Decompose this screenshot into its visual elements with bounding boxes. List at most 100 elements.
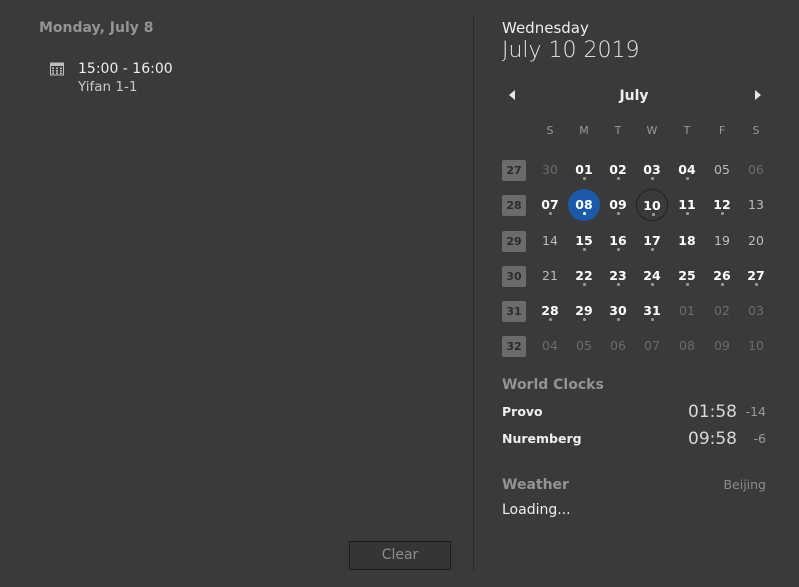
event-time: 15:00 - 16:00 <box>78 61 173 77</box>
calendar-day[interactable]: 03 <box>740 295 772 327</box>
calendar-day[interactable]: 25 <box>671 260 703 292</box>
calendar-day[interactable]: 06 <box>602 330 634 362</box>
event-indicator-dot <box>686 283 689 286</box>
calendar-icon <box>50 62 64 76</box>
event-indicator-dot <box>651 283 654 286</box>
calendar-day[interactable]: 14 <box>534 225 566 257</box>
previous-month-icon[interactable] <box>506 88 518 102</box>
calendar-day[interactable]: 31 <box>636 295 668 327</box>
event-item[interactable]: 15:00 - 16:00 Yifan 1-1 <box>50 60 173 96</box>
event-indicator-dot <box>583 283 586 286</box>
clock-offset: -6 <box>753 431 766 446</box>
calendar-day[interactable]: 03 <box>636 154 668 186</box>
calendar-day[interactable]: 02 <box>602 154 634 186</box>
current-date: July 10 2019 <box>502 38 640 63</box>
calendar-day[interactable]: 05 <box>706 154 738 186</box>
calendar-day[interactable]: 08 <box>671 330 703 362</box>
calendar-day[interactable]: 29 <box>568 295 600 327</box>
month-label: July <box>619 88 649 104</box>
calendar-day[interactable]: 22 <box>568 260 600 292</box>
calendar-day[interactable]: 09 <box>602 189 634 221</box>
calendar-day[interactable]: 06 <box>740 154 772 186</box>
weekday-header: S <box>546 124 554 137</box>
calendar-day[interactable]: 12 <box>706 189 738 221</box>
event-indicator-dot <box>651 248 654 251</box>
event-indicator-dot <box>617 283 620 286</box>
calendar-day[interactable]: 09 <box>706 330 738 362</box>
calendar-day[interactable]: 26 <box>706 260 738 292</box>
calendar-day[interactable]: 28 <box>534 295 566 327</box>
calendar-day[interactable]: 19 <box>706 225 738 257</box>
event-indicator-dot <box>617 212 620 215</box>
weekday-header: W <box>646 124 658 137</box>
weather-title[interactable]: Weather <box>502 477 569 493</box>
event-indicator-dot <box>617 177 620 180</box>
event-summary: Yifan 1-1 <box>78 79 138 95</box>
clock-time: 09:58 <box>688 429 737 449</box>
calendar-day[interactable]: 04 <box>671 154 703 186</box>
calendar-day[interactable]: 17 <box>636 225 668 257</box>
weather-location: Beijing <box>723 477 766 492</box>
weekday-header: F <box>718 124 726 137</box>
weekday-header: T <box>683 124 691 137</box>
event-indicator-dot <box>721 212 724 215</box>
world-clocks-title[interactable]: World Clocks <box>502 377 604 393</box>
calendar-day[interactable]: 01 <box>671 295 703 327</box>
calendar-day[interactable]: 18 <box>671 225 703 257</box>
current-weekday: Wednesday <box>502 19 589 37</box>
calendar-day[interactable]: 07 <box>534 189 566 221</box>
week-number: 27 <box>502 160 526 181</box>
calendar-day[interactable]: 27 <box>740 260 772 292</box>
clock-offset: -14 <box>745 404 766 419</box>
calendar-day[interactable]: 02 <box>706 295 738 327</box>
clear-button[interactable]: Clear <box>349 541 451 570</box>
calendar-day[interactable]: 20 <box>740 225 772 257</box>
calendar-day[interactable]: 05 <box>568 330 600 362</box>
event-indicator-dot <box>686 177 689 180</box>
weekday-header: T <box>614 124 622 137</box>
event-indicator-dot <box>549 212 552 215</box>
calendar-day[interactable]: 07 <box>636 330 668 362</box>
event-indicator-dot <box>617 248 620 251</box>
calendar-day-selected[interactable]: 08 <box>568 189 600 221</box>
week-number: 31 <box>502 301 526 322</box>
clock-city: Nuremberg <box>502 431 582 446</box>
calendar-day[interactable]: 11 <box>671 189 703 221</box>
calendar-day-today[interactable]: 10 <box>636 189 668 221</box>
weekday-header: S <box>752 124 760 137</box>
calendar-panel: Wednesday July 10 2019 July S M T W T F S 27 30 0… <box>474 0 799 587</box>
weather-status: Loading... <box>502 502 571 518</box>
calendar-day[interactable]: 21 <box>534 260 566 292</box>
event-indicator-dot <box>652 213 655 216</box>
calendar-day[interactable]: 04 <box>534 330 566 362</box>
event-indicator-dot <box>755 283 758 286</box>
event-indicator-dot <box>583 248 586 251</box>
event-indicator-dot <box>651 177 654 180</box>
calendar-day[interactable]: 24 <box>636 260 668 292</box>
clock-city: Provo <box>502 404 543 419</box>
calendar-day[interactable]: 30 <box>602 295 634 327</box>
calendar-day[interactable]: 01 <box>568 154 600 186</box>
event-indicator-dot <box>583 318 586 321</box>
calendar-day[interactable]: 23 <box>602 260 634 292</box>
week-number: 28 <box>502 195 526 216</box>
event-indicator-dot <box>583 212 586 215</box>
events-day-heading: Monday, July 8 <box>39 20 154 36</box>
event-indicator-dot <box>721 283 724 286</box>
calendar-day[interactable]: 13 <box>740 189 772 221</box>
event-indicator-dot <box>651 318 654 321</box>
next-month-icon[interactable] <box>752 88 764 102</box>
week-number: 32 <box>502 336 526 357</box>
calendar-day[interactable]: 10 <box>740 330 772 362</box>
events-panel: Monday, July 8 15:00 - 16:00 Yifan 1-1 C… <box>0 0 473 587</box>
event-indicator-dot <box>617 318 620 321</box>
week-number: 29 <box>502 231 526 252</box>
clock-time: 01:58 <box>688 402 737 422</box>
calendar-day[interactable]: 30 <box>534 154 566 186</box>
calendar-day[interactable]: 15 <box>568 225 600 257</box>
event-indicator-dot <box>686 212 689 215</box>
week-number: 30 <box>502 266 526 287</box>
event-indicator-dot <box>549 318 552 321</box>
calendar-day[interactable]: 16 <box>602 225 634 257</box>
event-indicator-dot <box>583 177 586 180</box>
